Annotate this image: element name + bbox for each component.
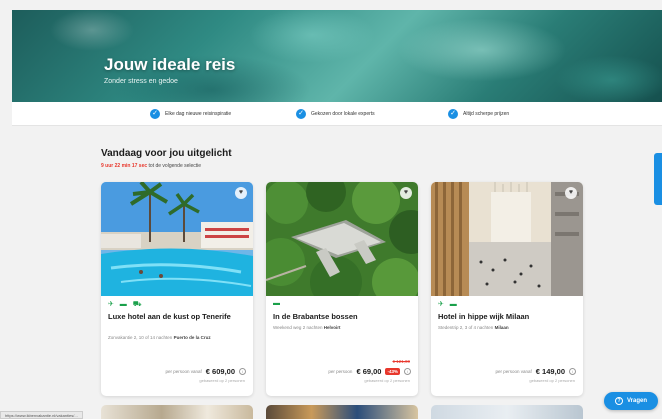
discount-badge: -43% [385,368,400,375]
price-note: gebaseerd op 2 personen [364,378,410,383]
deal-image[interactable]: ♥ [431,182,583,296]
benefit-label: Altijd scherpe prijzen [463,111,510,117]
question-icon: ? [614,397,623,405]
benefit-label: Gekozen door lokale experts [311,111,375,117]
deal-meta: Zonvakantie 2, 10 of 14 nachten Puerto d… [108,335,211,340]
deal-card-next[interactable] [266,405,418,419]
benefit-item: ✓ Elke dag nieuwe reisinspiratie [150,109,231,119]
favorite-heart-icon[interactable]: ♥ [565,187,577,199]
price-note: gebaseerd op 2 personen [199,378,245,383]
old-price: € 121,00 [392,359,410,364]
info-icon[interactable]: i [239,368,246,375]
price-label: per persoon vanaf [495,369,532,374]
status-bar-url: https://www.ikbenvakantie.nl/vakanties/.… [0,411,83,419]
amenity-icons: ✈ ▬ [438,301,459,308]
deal-card-next[interactable] [101,405,253,419]
hero-banner: Jouw ideale reis Zonder stress en gedoe [12,10,662,102]
benefit-item: ✓ Gekozen door lokale experts [296,109,375,119]
price: € 149,00 [535,367,565,376]
help-button-label: Vragen [626,398,647,404]
price-note: gebaseerd op 2 personen [529,378,575,383]
favorite-heart-icon[interactable]: ♥ [235,187,247,199]
check-circle-icon: ✓ [448,109,458,119]
help-button[interactable]: ? Vragen [604,392,658,410]
deal-meta: Weekend weg 2 nachten Helvoirt [273,325,341,330]
deal-title[interactable]: Hotel in hippe wijk Milaan [438,312,576,322]
price-row: per persoon vanaf € 609,00 i [166,367,246,376]
price-label: per persoon [328,369,353,374]
benefit-item: ✓ Altijd scherpe prijzen [448,109,509,119]
info-icon[interactable]: i [569,368,576,375]
section-title: Vandaag voor jou uitgelicht [101,148,232,159]
deal-card-brabant[interactable]: ♥ ▬ In de Brabantse bossen Weekend weg 2… [266,182,418,396]
deal-card-milaan[interactable]: ♥ ✈ ▬ Hotel in hippe wijk Milaan Stedent… [431,182,583,396]
deal-title[interactable]: Luxe hotel aan de kust op Tenerife [108,312,246,322]
price-row: per persoon € 69,00 -43% i [328,367,411,376]
info-icon[interactable]: i [404,368,411,375]
feedback-tab[interactable] [654,153,662,205]
check-circle-icon: ✓ [150,109,160,119]
hero-title: Jouw ideale reis [104,55,236,74]
countdown-timer: 9 uur 22 min 17 sec [101,163,148,169]
price: € 609,00 [205,367,235,376]
check-circle-icon: ✓ [296,109,306,119]
amenity-icons: ▬ [273,300,282,307]
deal-image[interactable]: ♥ [266,182,418,296]
countdown: 9 uur 22 min 17 sec tot de volgende sele… [101,163,201,169]
deal-card-next[interactable] [431,405,583,419]
deal-meta: Stedentrip 2, 3 of 4 nachten Milaan [438,325,509,330]
favorite-heart-icon[interactable]: ♥ [400,187,412,199]
hero-subtitle: Zonder stress en gedoe [104,78,178,85]
amenity-icons: ✈ ▬ ⛟ [108,301,144,308]
price-label: per persoon vanaf [165,369,202,374]
benefits-bar: ✓ Elke dag nieuwe reisinspiratie ✓ Gekoz… [12,102,662,126]
deal-title[interactable]: In de Brabantse bossen [273,312,411,322]
deal-image[interactable]: ♥ [101,182,253,296]
price-row: per persoon vanaf € 149,00 i [496,367,576,376]
benefit-label: Elke dag nieuwe reisinspiratie [165,111,232,117]
price: € 69,00 [356,367,382,376]
countdown-text: tot de volgende selectie [148,163,202,169]
deal-card-tenerife[interactable]: ♥ ✈ ▬ ⛟ Luxe hotel aan de kust op Teneri… [101,182,253,396]
